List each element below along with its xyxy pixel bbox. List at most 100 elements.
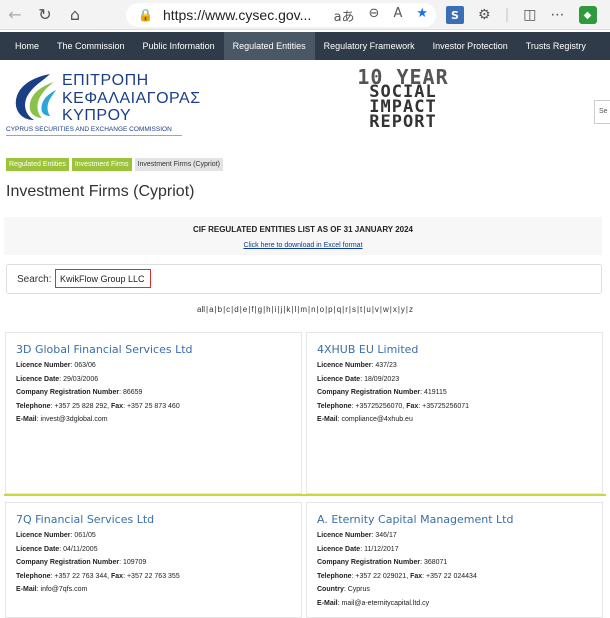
- licence-number-row: Licence Number: 063/06: [16, 362, 96, 369]
- alpha-z[interactable]: z: [408, 305, 414, 314]
- alpha-n[interactable]: n: [310, 305, 316, 314]
- alpha-f[interactable]: f: [250, 305, 254, 314]
- email-row: E-Mail: info@7qfs.com: [16, 586, 88, 593]
- logo-text-line-2: ΚΕΦΑΛΑΙΑΓΟΡΑΣ: [62, 90, 201, 107]
- email-row: E-Mail: mail@a-eternitycapital.ltd.cy: [317, 599, 430, 607]
- alpha-b[interactable]: b: [217, 305, 223, 314]
- zoom-icon[interactable]: ⊖: [369, 6, 380, 25]
- licence-number-row: Licence Number: 061/05: [16, 532, 96, 539]
- telephone-fax-row: Telephone: +357 22 029021, Fax: +357 22 …: [317, 572, 477, 580]
- alpha-d[interactable]: d: [233, 305, 239, 314]
- alpha-r[interactable]: r: [344, 305, 349, 314]
- alpha-t[interactable]: t: [359, 305, 363, 314]
- alpha-u[interactable]: u: [365, 305, 371, 314]
- alpha-m[interactable]: m: [299, 305, 308, 314]
- logo-text-line-1: ΕΠΙΤΡΟΠΗ: [62, 72, 149, 89]
- email-link[interactable]: mail@a-eternitycapital.ltd.cy: [342, 600, 430, 607]
- licence-date-row: Licence Date: 18/09/2023: [317, 375, 400, 383]
- extensions-icon[interactable]: ⚙: [478, 7, 491, 23]
- licence-date-row: Licence Date: 29/03/2006: [16, 375, 99, 383]
- page-title: Investment Firms (Cypriot): [6, 183, 195, 200]
- translate-icon[interactable]: aあ: [334, 6, 355, 25]
- nav-public-information[interactable]: Public Information: [134, 32, 224, 60]
- entity-card: 3D Global Financial Services Ltd Licence…: [5, 332, 302, 494]
- registration-number-row: Company Registration Number: 419115: [317, 389, 447, 396]
- nav-regulatory-framework[interactable]: Regulatory Framework: [315, 32, 424, 60]
- email-link[interactable]: invest@3dglobal.com: [41, 416, 108, 423]
- cysec-logo[interactable]: ΕΠΙΤΡΟΠΗ ΚΕΦΑΛΑΙΑΓΟΡΑΣ ΚΥΠΡΟΥ CYPRUS SEC…: [6, 70, 200, 136]
- telephone-fax-row: Telephone: +357 22 763 344, Fax: +357 22…: [16, 572, 180, 580]
- alpha-j[interactable]: j: [280, 305, 284, 314]
- home-icon[interactable]: ⌂: [60, 0, 90, 30]
- alpha-s[interactable]: s: [351, 305, 357, 314]
- lock-icon[interactable]: 🔒: [138, 8, 153, 22]
- alpha-i[interactable]: i: [274, 305, 278, 314]
- entity-name[interactable]: 7Q Financial Services Ltd: [16, 513, 291, 526]
- licence-number-row: Licence Number: 346/17: [317, 532, 397, 539]
- alpha-e[interactable]: e: [242, 305, 248, 314]
- breadcrumb-regulated-entities[interactable]: Regulated Entities: [6, 158, 69, 171]
- row-divider: [4, 494, 606, 496]
- alpha-x[interactable]: x: [392, 305, 398, 314]
- search-input[interactable]: [55, 269, 151, 288]
- alphabet-filter: all|a|b|c|d|e|f|g|h|i|j|k|l|m|n|o|p|q|r|…: [196, 305, 414, 314]
- logo-text-line-3: ΚΥΠΡΟΥ: [62, 107, 132, 124]
- alpha-o[interactable]: o: [319, 305, 325, 314]
- alpha-v[interactable]: v: [374, 305, 380, 314]
- alpha-l[interactable]: l: [293, 305, 297, 314]
- address-bar[interactable]: 🔒 https://www.cysec.gov... aあ ⊖ A ★: [126, 3, 436, 27]
- nav-regulated-entities[interactable]: Regulated Entities: [223, 32, 315, 60]
- email-row: E-Mail: invest@3dglobal.com: [16, 416, 108, 423]
- refresh-icon[interactable]: ↻: [30, 0, 60, 30]
- cysec-logo-icon: [15, 74, 56, 120]
- registration-number-row: Company Registration Number: 86659: [16, 389, 143, 396]
- telephone-fax-row: Telephone: +35725256070, Fax: +357252560…: [317, 402, 470, 410]
- entity-name[interactable]: 3D Global Financial Services Ltd: [16, 343, 291, 356]
- licence-number-row: Licence Number: 437/23: [317, 362, 397, 369]
- email-link[interactable]: compliance@4xhub.eu: [342, 416, 413, 423]
- browser-toolbar: ← ↻ ⌂ 🔒 https://www.cysec.gov... aあ ⊖ A …: [0, 0, 610, 30]
- licence-date-row: Licence Date: 04/11/2005: [16, 545, 98, 553]
- country-row: Country: Cyprus: [317, 586, 370, 593]
- alpha-all[interactable]: all: [196, 305, 206, 314]
- alpha-a[interactable]: a: [208, 305, 214, 314]
- alpha-c[interactable]: c: [225, 305, 231, 314]
- download-excel-link[interactable]: Click here to download in Excel format: [243, 242, 362, 249]
- email-link[interactable]: info@7qfs.com: [41, 586, 88, 593]
- logo-underline: [6, 135, 182, 136]
- search-label: Search:: [17, 274, 52, 285]
- site-search-input[interactable]: Se: [594, 100, 610, 124]
- url-text[interactable]: https://www.cysec.gov...: [163, 7, 311, 23]
- nav-the-commission[interactable]: The Commission: [48, 32, 134, 60]
- alpha-y[interactable]: y: [400, 305, 406, 314]
- alpha-p[interactable]: p: [327, 305, 333, 314]
- more-icon[interactable]: ⋯: [551, 7, 565, 23]
- logo-subtitle: CYPRUS SECURITIES AND EXCHANGE COMMISSIO…: [6, 126, 172, 133]
- entity-card: 4XHUB EU Limited Licence Number: 437/23 …: [306, 332, 603, 494]
- site-navigation: Home The Commission Public Information R…: [0, 32, 610, 60]
- s-extension-icon[interactable]: S: [446, 6, 464, 24]
- nav-trusts-registry[interactable]: Trusts Registry: [517, 32, 595, 60]
- breadcrumb-investment-firms[interactable]: Investment Firms: [71, 158, 132, 171]
- nav-home[interactable]: Home: [6, 32, 48, 60]
- nav-investor-protection[interactable]: Investor Protection: [424, 32, 517, 60]
- alpha-g[interactable]: g: [257, 305, 263, 314]
- breadcrumb-current: Investment Firms (Cypriot): [134, 158, 223, 171]
- favorite-star-icon[interactable]: ★: [416, 6, 428, 25]
- alpha-h[interactable]: h: [265, 305, 271, 314]
- split-screen-icon[interactable]: ◫: [523, 7, 536, 23]
- entity-name[interactable]: A. Eternity Capital Management Ltd: [317, 513, 592, 526]
- impact-report-banner[interactable]: 10 YEAR SOCIAL IMPACT REPORT: [356, 67, 450, 138]
- list-info-banner: CIF REGULATED ENTITIES LIST AS OF 31 JAN…: [4, 217, 602, 255]
- back-icon[interactable]: ←: [0, 0, 30, 30]
- alpha-k[interactable]: k: [285, 305, 291, 314]
- c-extension-icon[interactable]: ◆: [578, 6, 597, 24]
- divider: |: [504, 7, 510, 23]
- entity-search-panel: Search:: [6, 264, 602, 294]
- alpha-w[interactable]: w: [382, 305, 390, 314]
- alpha-q[interactable]: q: [336, 305, 342, 314]
- entity-name[interactable]: 4XHUB EU Limited: [317, 343, 592, 356]
- list-date-title: CIF REGULATED ENTITIES LIST AS OF 31 JAN…: [192, 225, 414, 234]
- read-aloud-icon[interactable]: A: [393, 6, 402, 25]
- telephone-fax-row: Telephone: +357 25 828 292, Fax: +357 25…: [16, 402, 180, 410]
